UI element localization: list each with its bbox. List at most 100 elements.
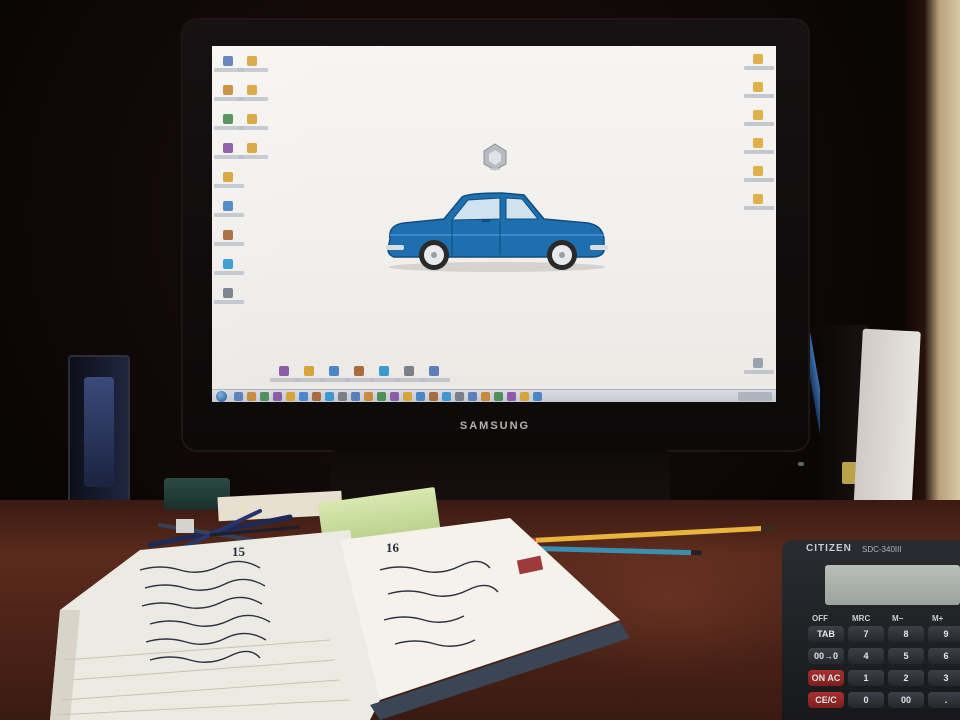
taskbar-item[interactable] (429, 392, 438, 401)
folder-icon[interactable] (744, 166, 774, 182)
calculator-key[interactable]: 00→0 (808, 648, 844, 664)
taskbar-item[interactable] (377, 392, 386, 401)
taskbar-item[interactable] (338, 392, 347, 401)
calculator-key[interactable]: CE/C (808, 692, 844, 708)
taskbar-item[interactable] (533, 392, 542, 401)
folder-icon[interactable] (238, 114, 268, 130)
folder-icon-glyph (753, 110, 763, 120)
app-icon[interactable] (345, 366, 375, 382)
calculator-key[interactable]: 9 (928, 626, 960, 642)
folder-icon[interactable] (238, 56, 268, 72)
icon-caption (214, 271, 244, 275)
icon-caption (744, 122, 774, 126)
taskbar-item[interactable] (455, 392, 464, 401)
folder-icon-glyph (753, 82, 763, 92)
phone-holder (68, 355, 130, 519)
calculator-key[interactable]: TAB (808, 626, 844, 642)
calculator-key[interactable]: 5 (888, 648, 924, 664)
app-icon[interactable] (270, 366, 300, 382)
calculator-key[interactable]: 7 (848, 626, 884, 642)
folder-icon[interactable] (744, 194, 774, 210)
diary-left-date: 15 (232, 544, 245, 559)
calculator-key-label: M− (892, 614, 904, 623)
folder-icon[interactable] (744, 54, 774, 70)
taskbar-item[interactable] (312, 392, 321, 401)
app-icon[interactable] (320, 366, 350, 382)
folder-icon[interactable] (744, 138, 774, 154)
computer-icon[interactable] (214, 56, 244, 72)
monitor-brand-label: SAMSUNG (459, 420, 531, 432)
app-icon[interactable] (214, 288, 244, 304)
taskbar-item[interactable] (403, 392, 412, 401)
calculator-key[interactable]: 0 (848, 692, 884, 708)
calculator-key[interactable]: 8 (888, 626, 924, 642)
taskbar-item[interactable] (481, 392, 490, 401)
folder-icon-glyph (247, 56, 257, 66)
calculator-key[interactable]: ON AC (808, 670, 844, 686)
app-icon[interactable] (420, 366, 450, 382)
folder-icon-glyph (247, 143, 257, 153)
open-diary (50, 518, 630, 720)
taskbar-item[interactable] (299, 392, 308, 401)
control-panel-icon[interactable] (214, 143, 244, 159)
taskbar-item[interactable] (286, 392, 295, 401)
app-icon[interactable] (370, 366, 400, 382)
document-icon[interactable] (214, 201, 244, 217)
folder-icon-glyph (223, 172, 233, 182)
icon-caption (238, 126, 268, 130)
app-icon[interactable] (295, 366, 325, 382)
recycle-bin-icon-glyph (223, 85, 233, 95)
taskbar-item[interactable] (325, 392, 334, 401)
calculator-key[interactable]: 6 (928, 648, 960, 664)
calculator-key-label: OFF (812, 614, 828, 623)
taskbar-item[interactable] (364, 392, 373, 401)
calculator-key[interactable]: . (928, 692, 960, 708)
calculator-display (825, 565, 960, 605)
calculator-key[interactable]: 1 (848, 670, 884, 686)
taskbar-item[interactable] (520, 392, 529, 401)
app-icon-glyph (223, 288, 233, 298)
app-icon-glyph (429, 366, 439, 376)
app-icon[interactable] (395, 366, 425, 382)
app-icon-glyph (404, 366, 414, 376)
folder-icon-glyph (753, 138, 763, 148)
taskbar-item[interactable] (273, 392, 282, 401)
taskbar-item[interactable] (247, 392, 256, 401)
calculator-key[interactable]: 2 (888, 670, 924, 686)
folder-icon[interactable] (238, 85, 268, 101)
taskbar-item[interactable] (494, 392, 503, 401)
taskbar-item[interactable] (442, 392, 451, 401)
calculator-keypad: OFF MRC M− M+ TAB 7 8 9 00→0 4 5 6 ON AC 1 2 3 CE/C 0 00. (808, 612, 960, 720)
taskbar-item[interactable] (416, 392, 425, 401)
calculator-key[interactable]: 3 (928, 670, 960, 686)
icon-caption (214, 184, 244, 188)
recycle-bin-icon[interactable] (214, 85, 244, 101)
browser-icon[interactable] (214, 259, 244, 275)
calculator-key[interactable]: 4 (848, 648, 884, 664)
folder-icon[interactable] (744, 82, 774, 98)
calculator-key[interactable]: 00 (888, 692, 924, 708)
taskbar-item[interactable] (351, 392, 360, 401)
recycle-bin-icon[interactable] (744, 358, 774, 374)
taskbar-item[interactable] (234, 392, 243, 401)
shelf-wall (925, 0, 960, 535)
folder-icon-glyph (247, 85, 257, 95)
taskbar-item[interactable] (390, 392, 399, 401)
app-icon-glyph (379, 366, 389, 376)
folder-icon[interactable] (214, 172, 244, 188)
app-icon-glyph (329, 366, 339, 376)
taskbar-item[interactable] (468, 392, 477, 401)
folder-icon[interactable] (238, 143, 268, 159)
network-icon[interactable] (214, 114, 244, 130)
folder-icon[interactable] (744, 110, 774, 126)
icon-caption (744, 178, 774, 182)
settings-icon[interactable] (214, 230, 244, 246)
taskbar-item[interactable] (507, 392, 516, 401)
icon-caption (744, 66, 774, 70)
icon-caption (214, 300, 244, 304)
system-tray[interactable] (738, 392, 772, 401)
start-button[interactable] (216, 391, 227, 402)
taskbar[interactable] (212, 389, 776, 402)
taskbar-item[interactable] (260, 392, 269, 401)
icon-caption (238, 97, 268, 101)
